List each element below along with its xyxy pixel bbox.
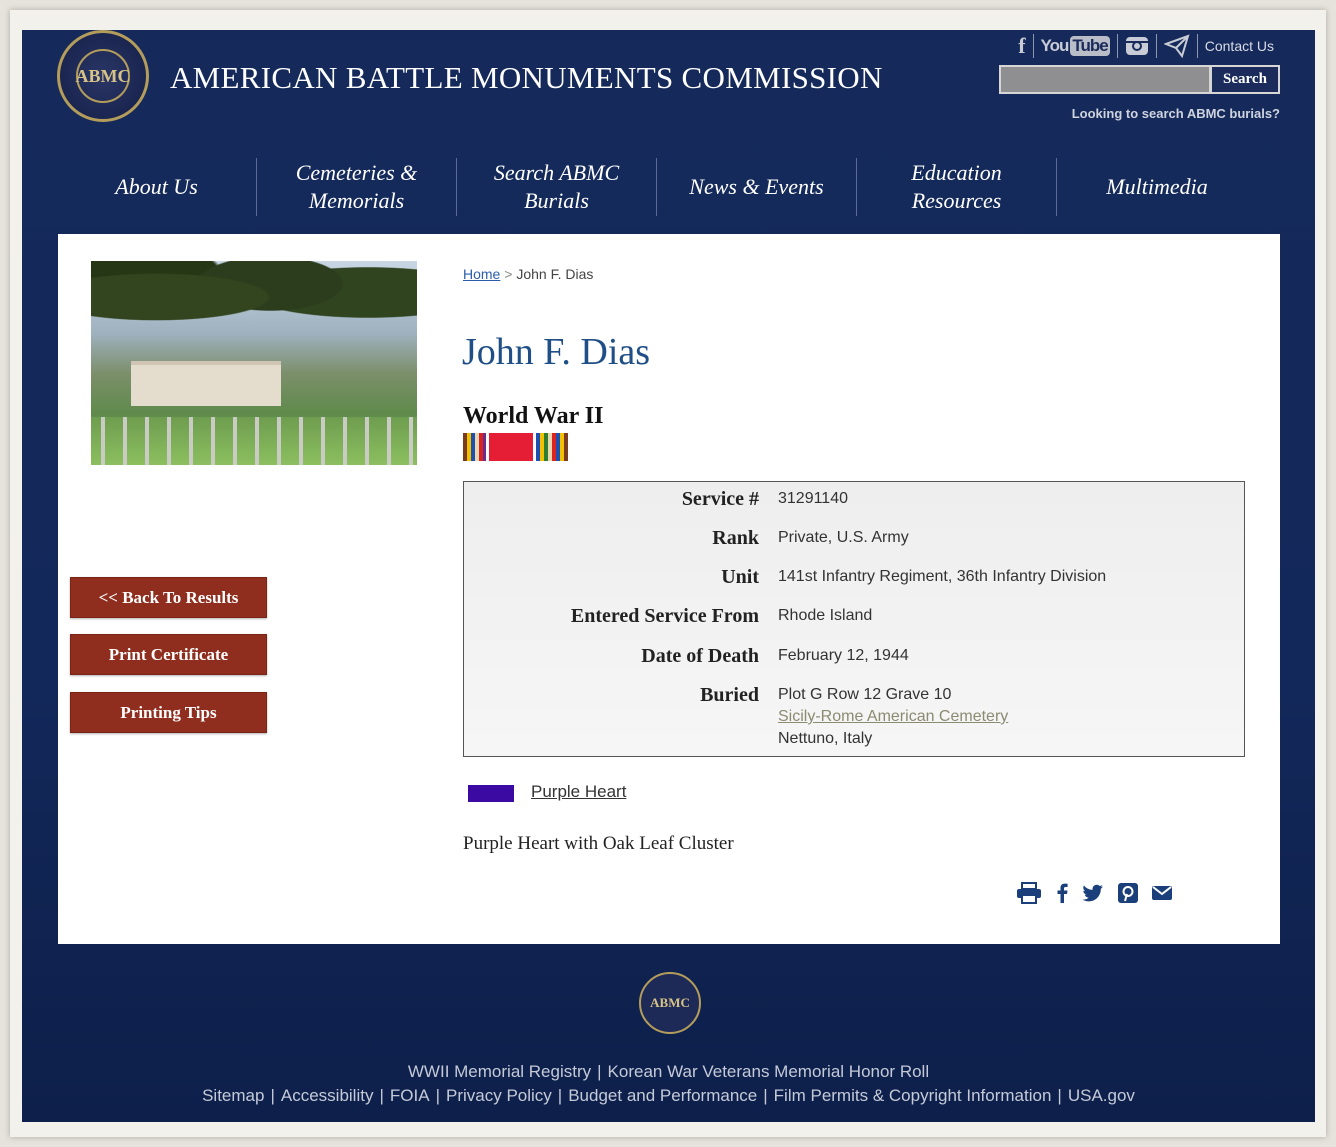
- detail-value: 31291140: [778, 490, 848, 507]
- back-to-results-button[interactable]: << Back To Results: [70, 577, 267, 618]
- detail-value: Private, U.S. Army: [778, 529, 909, 546]
- twitter-share-icon[interactable]: [1082, 884, 1104, 902]
- main-content: << Back To Results Print Certificate Pri…: [58, 234, 1280, 944]
- purple-heart-link[interactable]: Purple Heart: [531, 782, 626, 802]
- share-bar: [1016, 882, 1172, 904]
- cemetery-photo: [91, 261, 417, 465]
- youtube-you: You: [1040, 36, 1070, 55]
- detail-label: Service #: [681, 488, 759, 510]
- nav-search-burials[interactable]: Search ABMC Burials: [457, 158, 657, 216]
- facebook-share-icon[interactable]: [1056, 883, 1068, 903]
- purple-heart-ribbon-icon: [468, 785, 514, 802]
- detail-label: Date of Death: [641, 645, 759, 667]
- detail-label: Buried: [700, 684, 759, 706]
- breadcrumb: Home > John F. Dias: [463, 266, 593, 282]
- footer-link-film-permits[interactable]: Film Permits & Copyright Information: [774, 1086, 1052, 1105]
- main-nav: About Us Cemeteries & Memorials Search A…: [57, 158, 1257, 218]
- printing-tips-button[interactable]: Printing Tips: [70, 692, 267, 733]
- detail-value: 141st Infantry Regiment, 36th Infantry D…: [778, 568, 1107, 585]
- site: ABMC AMERICAN BATTLE MONUMENTS COMMISSIO…: [22, 30, 1315, 1122]
- service-details-table: Service # 31291140 Rank Private, U.S. Ar…: [463, 481, 1245, 757]
- footer-separator: |: [435, 1086, 440, 1105]
- detail-value: February 12, 1944: [778, 647, 909, 664]
- cemetery-link[interactable]: Sicily-Rome American Cemetery: [778, 708, 1008, 725]
- seal-inner: ABMC: [76, 49, 131, 103]
- burial-location: Nettuno, Italy: [778, 730, 873, 747]
- email-share-icon[interactable]: [1152, 886, 1172, 900]
- youtube-tube: Tube: [1070, 36, 1110, 56]
- footer-link-accessibility[interactable]: Accessibility: [281, 1086, 374, 1105]
- footer-link-usa-gov[interactable]: USA.gov: [1068, 1086, 1135, 1105]
- footer-separator: |: [270, 1086, 275, 1105]
- footer-seal-logo[interactable]: ABMC: [639, 972, 701, 1034]
- footer-links-secondary: Sitemap | Accessibility | FOIA | Privacy Polic…: [22, 1086, 1315, 1106]
- footer-link-wwii-registry[interactable]: WWII Memorial Registry: [408, 1062, 591, 1081]
- page-title: John F. Dias: [462, 331, 651, 373]
- nav-cemeteries-memorials[interactable]: Cemeteries & Memorials: [257, 158, 457, 216]
- pinterest-share-icon[interactable]: [1118, 883, 1138, 903]
- nav-education-resources[interactable]: Education Resources: [857, 158, 1057, 216]
- photo-crosses: [91, 417, 417, 465]
- breadcrumb-home-link[interactable]: Home: [463, 266, 500, 282]
- detail-label: Unit: [721, 566, 759, 588]
- footer-separator: |: [763, 1086, 768, 1105]
- facebook-icon[interactable]: f: [1011, 33, 1034, 58]
- detail-value: Rhode Island: [778, 607, 873, 624]
- footer-separator: |: [597, 1062, 602, 1081]
- burial-plot: Plot G Row 12 Grave 10: [778, 686, 952, 703]
- footer-links-primary: WWII Memorial Registry | Korean War Vetera…: [22, 1062, 1315, 1082]
- youtube-icon[interactable]: You Tube: [1034, 34, 1118, 58]
- footer-link-foia[interactable]: FOIA: [390, 1086, 430, 1105]
- abmc-seal-logo[interactable]: ABMC: [57, 30, 149, 122]
- ww2-ribbon-icon: [463, 433, 572, 461]
- photo-building: [131, 361, 281, 406]
- footer-link-privacy[interactable]: Privacy Policy: [446, 1086, 552, 1105]
- search-input[interactable]: [999, 65, 1211, 94]
- instagram-icon[interactable]: [1118, 34, 1157, 58]
- social-links: f You Tube Contact Us: [1011, 32, 1281, 60]
- photo-trees: [91, 261, 417, 351]
- print-certificate-button[interactable]: Print Certificate: [70, 634, 267, 675]
- footer-link-korean-honor-roll[interactable]: Korean War Veterans Memorial Honor Roll: [608, 1062, 930, 1081]
- detail-label: Rank: [712, 527, 759, 549]
- footer-separator: |: [557, 1086, 563, 1105]
- nav-about-us[interactable]: About Us: [57, 158, 257, 216]
- site-title[interactable]: AMERICAN BATTLE MONUMENTS COMMISSION: [170, 60, 883, 96]
- nav-news-events[interactable]: News & Events: [657, 158, 857, 216]
- email-icon[interactable]: [1157, 34, 1198, 58]
- footer-separator: |: [1057, 1086, 1062, 1105]
- nav-multimedia[interactable]: Multimedia: [1057, 158, 1257, 216]
- footer-link-sitemap[interactable]: Sitemap: [202, 1086, 264, 1105]
- contact-us-link[interactable]: Contact Us: [1198, 34, 1281, 58]
- search-burials-hint-link[interactable]: Looking to search ABMC burials?: [1072, 106, 1280, 121]
- search-button[interactable]: Search: [1210, 65, 1280, 94]
- footer-separator: |: [379, 1086, 384, 1105]
- detail-label: Entered Service From: [570, 605, 759, 627]
- detail-value: Plot G Row 12 Grave 10 Sicily-Rome Ameri…: [778, 684, 1008, 750]
- breadcrumb-current: John F. Dias: [516, 266, 594, 282]
- award-description: Purple Heart with Oak Leaf Cluster: [463, 833, 734, 854]
- footer-link-budget[interactable]: Budget and Performance: [568, 1086, 757, 1105]
- war-heading: World War II: [463, 403, 604, 429]
- breadcrumb-separator: >: [504, 266, 513, 282]
- print-icon[interactable]: [1016, 882, 1042, 904]
